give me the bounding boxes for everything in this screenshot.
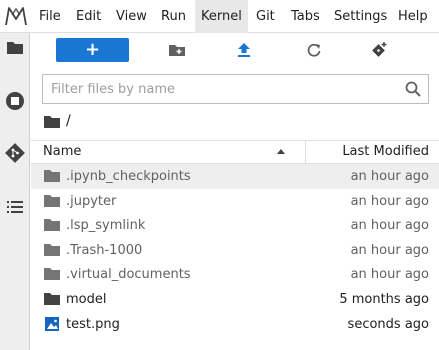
upload-button[interactable] <box>233 40 255 60</box>
last-modified-column-header[interactable]: Last Modified <box>342 144 429 159</box>
filter-files-input[interactable] <box>51 80 391 98</box>
list-item[interactable]: .lsp_symlink an hour ago <box>31 213 439 238</box>
list-item[interactable]: model 5 months ago <box>31 287 439 312</box>
file-name: model <box>66 291 107 307</box>
menu-tabs[interactable]: Tabs <box>285 0 326 33</box>
menu-kernel[interactable]: Kernel <box>195 0 248 33</box>
file-modified: an hour ago <box>350 267 429 283</box>
file-name: .virtual_documents <box>66 267 191 283</box>
file-list: .ipynb_checkpoints an hour ago .jupyter … <box>31 164 439 336</box>
table-of-contents-tab[interactable] <box>3 195 27 219</box>
git-clone-icon <box>372 42 387 57</box>
menu-run[interactable]: Run <box>155 0 192 33</box>
filter-box <box>42 74 429 104</box>
running-icon <box>6 92 24 110</box>
file-modified: an hour ago <box>350 193 429 209</box>
menu-settings[interactable]: Settings <box>328 0 393 33</box>
file-browser-toolbar: + <box>31 33 439 71</box>
git-tab[interactable] <box>3 141 27 165</box>
file-name: test.png <box>66 316 120 332</box>
name-column-header[interactable]: Name <box>43 144 81 159</box>
plus-icon: + <box>84 39 101 60</box>
image-file-icon <box>45 316 59 331</box>
file-browser-tab[interactable] <box>3 35 27 59</box>
folder-icon <box>44 268 60 281</box>
new-folder-button[interactable] <box>166 40 188 60</box>
file-modified: seconds ago <box>347 316 429 332</box>
menu-help[interactable]: Help <box>392 0 434 33</box>
menu-bar: File Edit View Run Kernel Git Tabs Setti… <box>0 0 439 33</box>
folder-icon <box>44 243 60 256</box>
new-launcher-button[interactable]: + <box>56 38 129 62</box>
upload-icon <box>238 43 250 57</box>
menu-edit[interactable]: Edit <box>70 0 107 33</box>
list-item[interactable]: .virtual_documents an hour ago <box>31 262 439 287</box>
toc-icon <box>7 201 23 213</box>
home-folder-icon[interactable] <box>44 115 60 128</box>
new-folder-icon <box>169 45 185 56</box>
folder-icon <box>44 292 60 305</box>
menu-file[interactable]: File <box>33 0 67 33</box>
file-list-header: Name Last Modified <box>31 140 439 164</box>
folder-icon <box>7 41 23 54</box>
file-name: .jupyter <box>66 193 117 209</box>
git-clone-button[interactable] <box>368 40 390 60</box>
file-name: .ipynb_checkpoints <box>66 169 191 184</box>
menu-git[interactable]: Git <box>250 0 281 33</box>
jupyter-logo-icon <box>5 7 27 26</box>
list-item[interactable]: .jupyter an hour ago <box>31 189 439 214</box>
folder-icon <box>44 194 60 207</box>
list-item[interactable]: .ipynb_checkpoints an hour ago <box>31 164 439 189</box>
list-item[interactable]: test.png seconds ago <box>31 312 439 337</box>
list-item[interactable]: .Trash-1000 an hour ago <box>31 238 439 263</box>
breadcrumb-root[interactable]: / <box>66 113 71 129</box>
file-modified: an hour ago <box>350 242 429 258</box>
activity-bar <box>0 33 30 350</box>
file-modified: an hour ago <box>350 169 429 184</box>
folder-icon <box>44 170 60 182</box>
column-divider[interactable] <box>305 141 306 163</box>
file-modified: 5 months ago <box>339 291 429 307</box>
menu-view[interactable]: View <box>110 0 153 33</box>
file-name: .lsp_symlink <box>66 218 146 234</box>
folder-icon <box>44 219 60 232</box>
refresh-icon <box>307 43 321 57</box>
search-icon <box>405 81 421 97</box>
file-name: .Trash-1000 <box>66 242 143 258</box>
refresh-button[interactable] <box>303 40 325 60</box>
sort-ascending-icon <box>277 149 285 154</box>
running-sessions-tab[interactable] <box>3 89 27 113</box>
breadcrumb: / <box>44 112 71 130</box>
file-modified: an hour ago <box>350 218 429 234</box>
git-icon <box>5 143 25 163</box>
